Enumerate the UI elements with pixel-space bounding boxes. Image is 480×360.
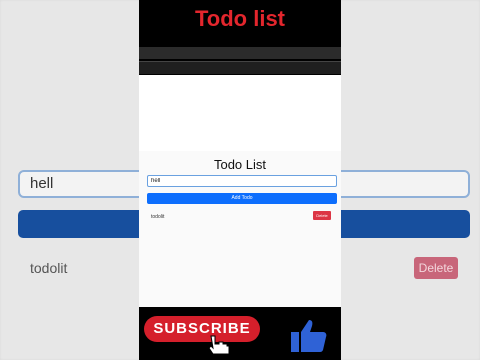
thumbs-up-icon [291,320,327,352]
pointing-hand-icon [208,335,230,355]
video-title: Todo list [194,6,286,31]
add-todo-button[interactable]: Add Todo [147,193,337,204]
subscribe-button[interactable]: SUBSCRIBE [144,316,260,342]
background-delete: Delete [414,257,458,279]
browser-toolbar [139,47,341,59]
browser-address-bar [139,61,341,74]
phone-frame: Todo list Todo List Add Todo todolit Del… [139,0,341,360]
todo-input[interactable] [147,175,337,187]
background-item: todolit [30,260,68,276]
delete-button[interactable]: Delete [313,211,331,220]
app-viewport: Todo List Add Todo todolit Delete [139,75,341,307]
list-item: todolit [151,214,165,220]
page-title: Todo List [213,157,267,172]
